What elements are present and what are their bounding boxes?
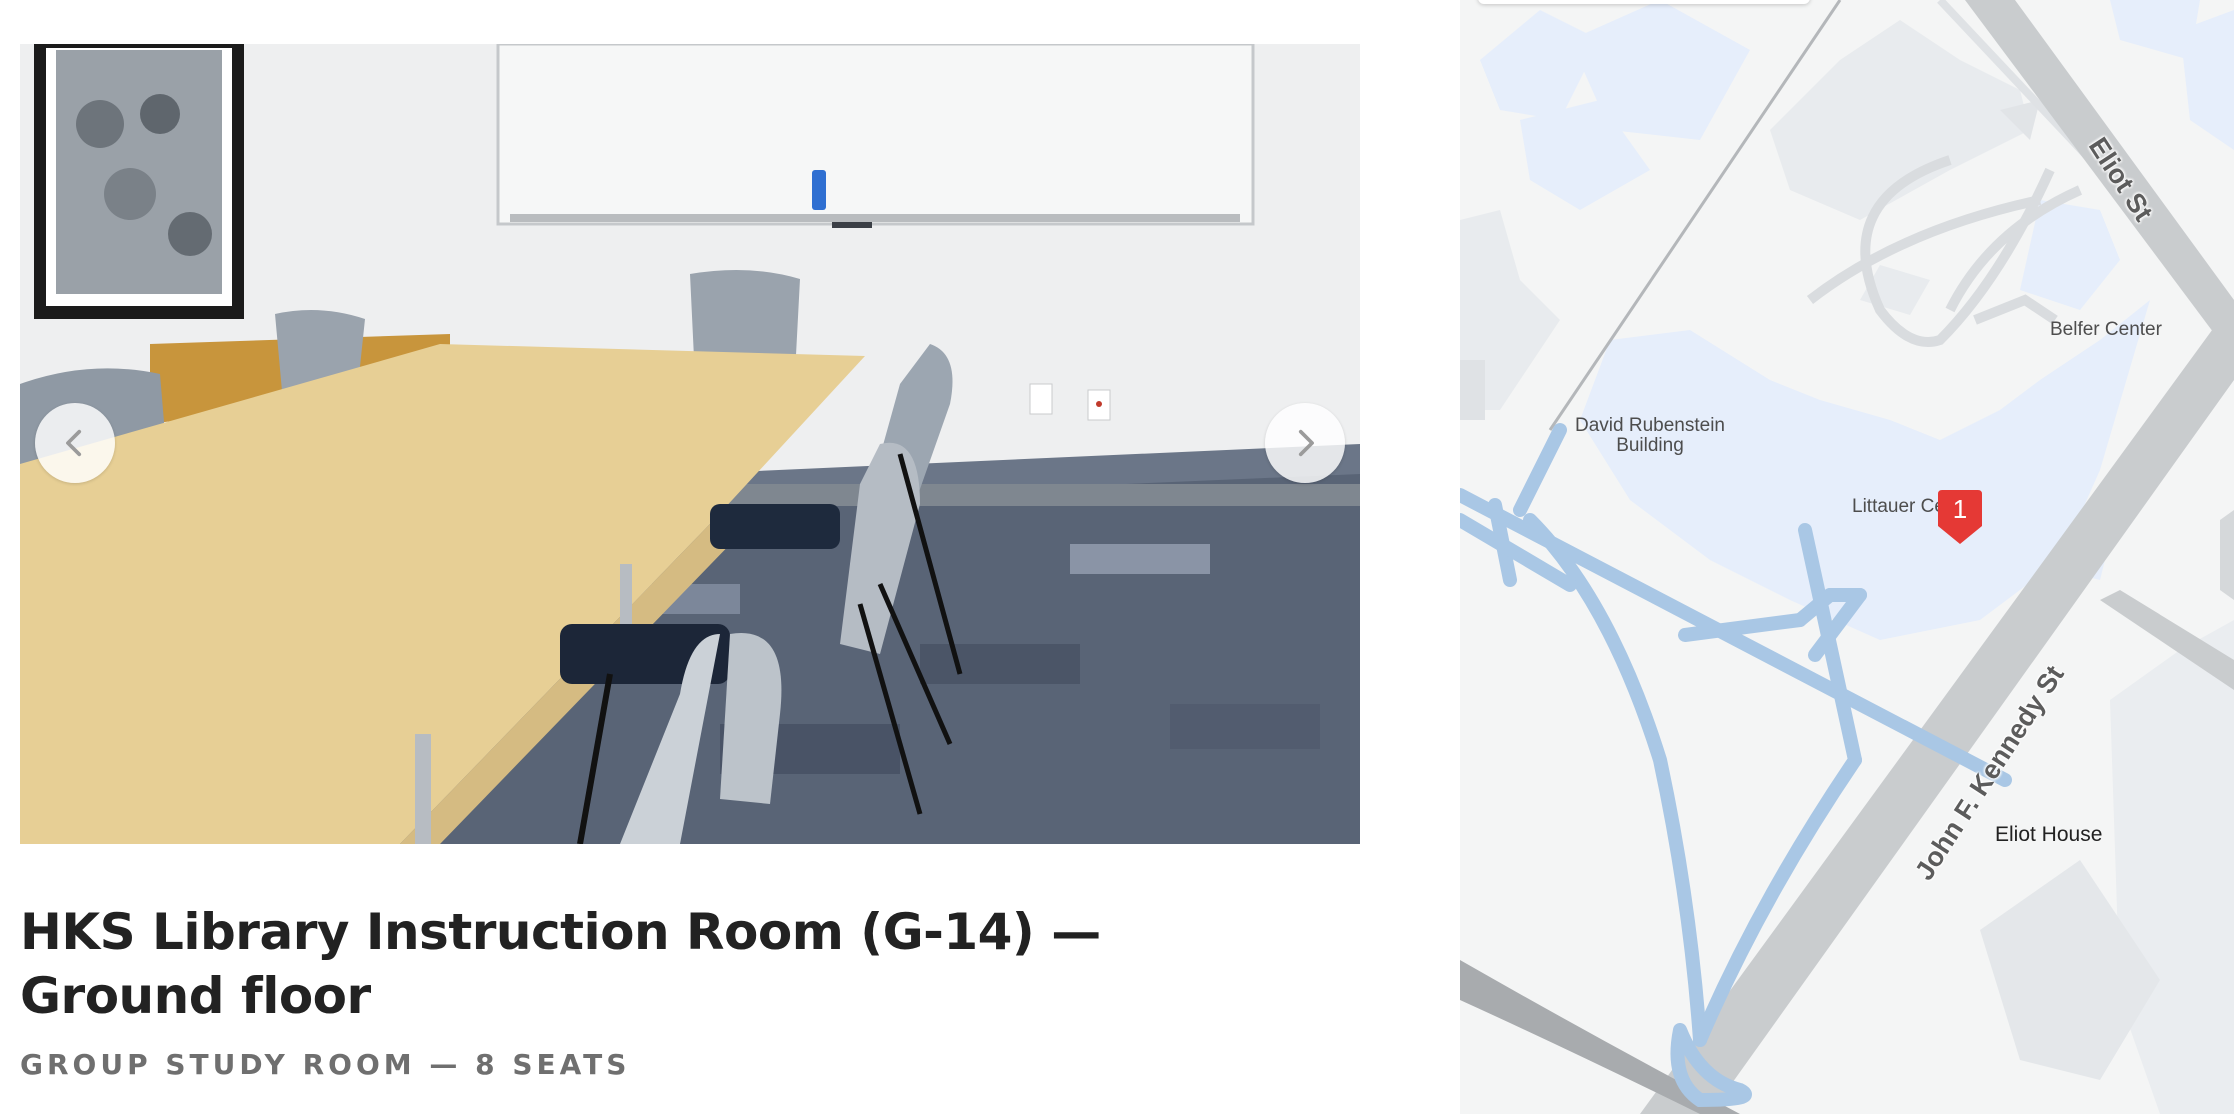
map-search-box[interactable] xyxy=(1478,0,1810,4)
chevron-left-icon xyxy=(66,429,82,457)
room-photo xyxy=(20,44,1360,844)
map-panel[interactable]: Eliot St John F. Kennedy St Belfer Cente… xyxy=(1460,0,2234,1114)
map-marker[interactable]: 1 xyxy=(1938,490,1982,544)
map-label-eliot-house: Eliot House xyxy=(1995,823,2103,846)
map-label-rubenstein: David Rubenstein Building xyxy=(1575,415,1725,456)
map-marker-number: 1 xyxy=(1952,494,1968,524)
map-label-belfer: Belfer Center xyxy=(2050,319,2162,340)
carousel-next-button[interactable] xyxy=(1265,403,1345,483)
chevron-right-icon xyxy=(1298,429,1314,457)
room-detail-panel: HKS Library Instruction Room (G-14) — Gr… xyxy=(0,0,1460,1114)
carousel-prev-button[interactable] xyxy=(35,403,115,483)
room-subtitle: Group Study Room — 8 Seats xyxy=(20,1048,631,1081)
room-photo-illustration xyxy=(20,44,1360,844)
room-title: HKS Library Instruction Room (G-14) — Gr… xyxy=(20,903,1101,1025)
